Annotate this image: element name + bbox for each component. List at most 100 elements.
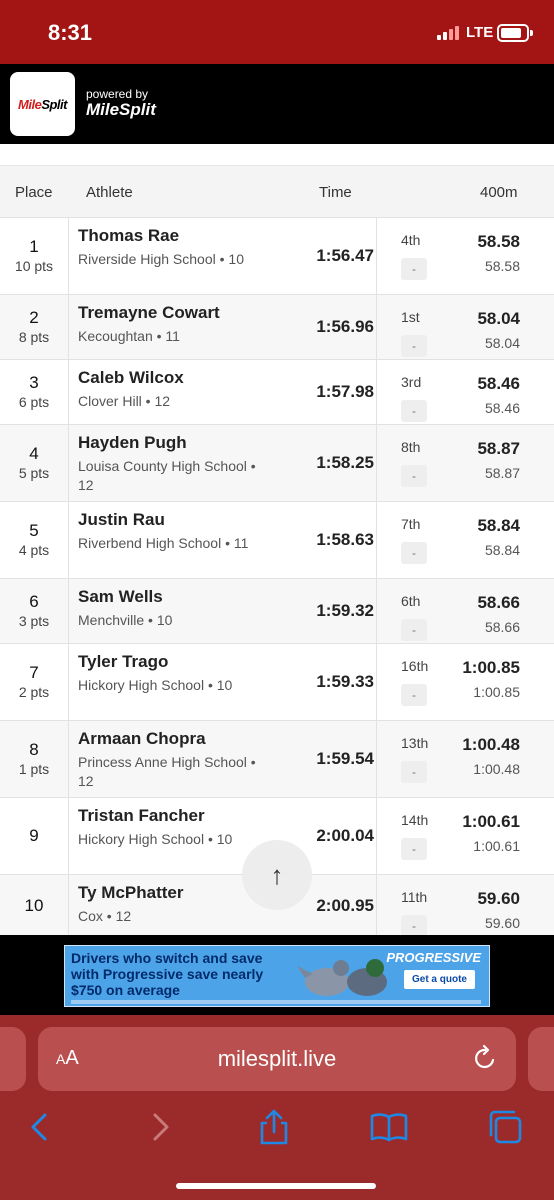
split-delta-badge: - (401, 838, 427, 860)
place-cell: 10 (0, 875, 69, 936)
split-place: 1st (401, 309, 420, 325)
split-cumulative: 58.58 (484, 258, 520, 274)
place-number: 8 (29, 740, 39, 759)
athlete-school[interactable]: Princess Anne High School • 12 (78, 753, 263, 791)
split-delta-badge: - (401, 400, 427, 422)
place-number: 4 (29, 444, 39, 463)
place-cell: 7 2 pts (0, 644, 69, 720)
split-cumulative: 1:00.85 (473, 684, 520, 700)
table-row[interactable]: 4 5 pts Hayden Pugh Louisa County High Scho… (0, 425, 554, 502)
share-icon[interactable] (254, 1107, 294, 1147)
athlete-school[interactable]: Riverbend High School • 11 (78, 534, 263, 553)
table-row[interactable]: 8 1 pts Armaan Chopra Princess Anne High Sc… (0, 721, 554, 798)
athlete-name[interactable]: Armaan Chopra (78, 729, 263, 749)
athlete-school[interactable]: Riverside High School • 10 (78, 250, 263, 269)
network-label: LTE (466, 24, 494, 41)
table-row[interactable]: 1 10 pts Thomas Rae Riverside High School •… (0, 218, 554, 295)
divider (0, 144, 554, 166)
athlete-cell: Caleb Wilcox Clover Hill • 12 (78, 368, 263, 411)
split-time: 58.58 (477, 232, 520, 251)
athlete-name[interactable]: Tyler Trago (78, 652, 263, 672)
home-indicator (176, 1183, 376, 1189)
finish-time: 1:59.54 (316, 749, 374, 768)
table-row[interactable]: 3 6 pts Caleb Wilcox Clover Hill • 12 1:57.9… (0, 360, 554, 425)
split-place: 4th (401, 232, 421, 248)
reload-icon[interactable] (472, 1043, 498, 1073)
results-table: Place Athlete Time 400m 1 10 pts Thomas Ra… (0, 166, 554, 937)
table-row[interactable]: 7 2 pts Tyler Trago Hickory High School • 1… (0, 644, 554, 721)
split-cumulative: 58.04 (484, 335, 520, 351)
athlete-school[interactable]: Hickory High School • 10 (78, 676, 263, 695)
place-points: 6 pts (18, 394, 50, 410)
split-time: 1:00.85 (462, 658, 520, 677)
athlete-cell: Armaan Chopra Princess Anne High School •… (78, 729, 263, 791)
url-text[interactable]: milesplit.live (38, 1046, 516, 1072)
get-quote-button[interactable]: Get a quote (403, 970, 475, 989)
pigeons-illustration (297, 959, 387, 996)
split-cumulative: 59.60 (484, 915, 520, 931)
place-cell: 4 5 pts (0, 425, 69, 501)
tabs-icon[interactable] (486, 1107, 526, 1147)
athlete-name[interactable]: Caleb Wilcox (78, 368, 263, 388)
split-place: 14th (401, 812, 429, 828)
next-tab-peek[interactable] (528, 1027, 554, 1091)
milesplit-logo[interactable]: MileSplit (10, 72, 75, 136)
table-row[interactable]: 63 pts Sam Wells Menchville • 10 1:59.32 6th… (0, 579, 554, 644)
place-number: 1 (29, 237, 39, 256)
athlete-cell: Hayden Pugh Louisa County High School • 1… (78, 433, 263, 495)
header-athlete[interactable]: Athlete (86, 184, 133, 201)
athlete-school[interactable]: Hickory High School • 10 (78, 830, 263, 849)
split-cell: 6th - 58.66 58.66 (376, 579, 554, 643)
split-cell: 3rd - 58.46 58.46 (376, 360, 554, 424)
athlete-cell: Sam Wells Menchville • 10 (78, 587, 263, 630)
battery-icon (497, 24, 533, 42)
ad-banner[interactable]: Drivers who switch and save with Progres… (64, 945, 490, 1007)
split-cell: 13th - 1:00.48 1:00.48 (376, 721, 554, 797)
previous-tab-peek[interactable] (0, 1027, 26, 1091)
athlete-name[interactable]: Thomas Rae (78, 226, 263, 246)
athlete-name[interactable]: Tremayne Cowart (78, 303, 263, 323)
table-row[interactable]: 5 4 pts Justin Rau Riverbend High School • … (0, 502, 554, 579)
split-cell: 4th - 58.58 58.58 (376, 218, 554, 294)
finish-time: 1:59.32 (316, 601, 374, 620)
signal-icon (437, 26, 463, 40)
athlete-school[interactable]: Kecoughtan • 11 (78, 327, 263, 346)
athlete-school[interactable]: Clover Hill • 12 (78, 392, 263, 411)
athlete-cell: Thomas Rae Riverside High School • 10 (78, 226, 263, 269)
powered-by-label: powered by (86, 87, 149, 101)
scroll-to-top-button[interactable]: ↑ (242, 840, 312, 910)
athlete-name[interactable]: Justin Rau (78, 510, 263, 530)
header-place[interactable]: Place (15, 184, 53, 201)
forward-icon[interactable] (140, 1107, 180, 1147)
athlete-school[interactable]: Menchville • 10 (78, 611, 263, 630)
split-delta-badge: - (401, 915, 427, 937)
address-bar[interactable]: AA milesplit.live (38, 1027, 516, 1091)
athlete-name[interactable]: Sam Wells (78, 587, 263, 607)
header-time[interactable]: Time (319, 184, 352, 201)
split-time: 1:00.48 (462, 735, 520, 754)
place-points: 2 pts (18, 684, 50, 700)
split-cumulative: 58.87 (484, 465, 520, 481)
split-delta-badge: - (401, 761, 427, 783)
split-place: 16th (401, 658, 429, 674)
athlete-school[interactable]: Louisa County High School • 12 (78, 457, 263, 495)
ad-container: Drivers who switch and save with Progres… (0, 935, 554, 1015)
athlete-school[interactable]: Cox • 12 (78, 907, 263, 926)
place-number: 2 (29, 308, 39, 327)
bookmarks-icon[interactable] (369, 1107, 409, 1147)
athlete-cell: Justin Rau Riverbend High School • 11 (78, 510, 263, 553)
table-row[interactable]: 2 8 pts Tremayne Cowart Kecoughtan • 11 1:56… (0, 295, 554, 360)
athlete-name[interactable]: Ty McPhatter (78, 883, 263, 903)
place-points: 1 pts (18, 761, 50, 777)
ad-brand: PROGRESSIVE (386, 950, 481, 965)
place-points: 10 pts (14, 258, 54, 274)
athlete-name[interactable]: Tristan Fancher (78, 806, 263, 826)
back-icon[interactable] (20, 1107, 60, 1147)
split-place: 11th (401, 889, 428, 905)
finish-time: 1:57.98 (316, 382, 374, 401)
split-time: 1:00.61 (462, 812, 520, 831)
place-number: 3 (29, 373, 39, 392)
athlete-name[interactable]: Hayden Pugh (78, 433, 263, 453)
split-place: 13th (401, 735, 429, 751)
header-split-400m[interactable]: 400m (480, 184, 518, 201)
